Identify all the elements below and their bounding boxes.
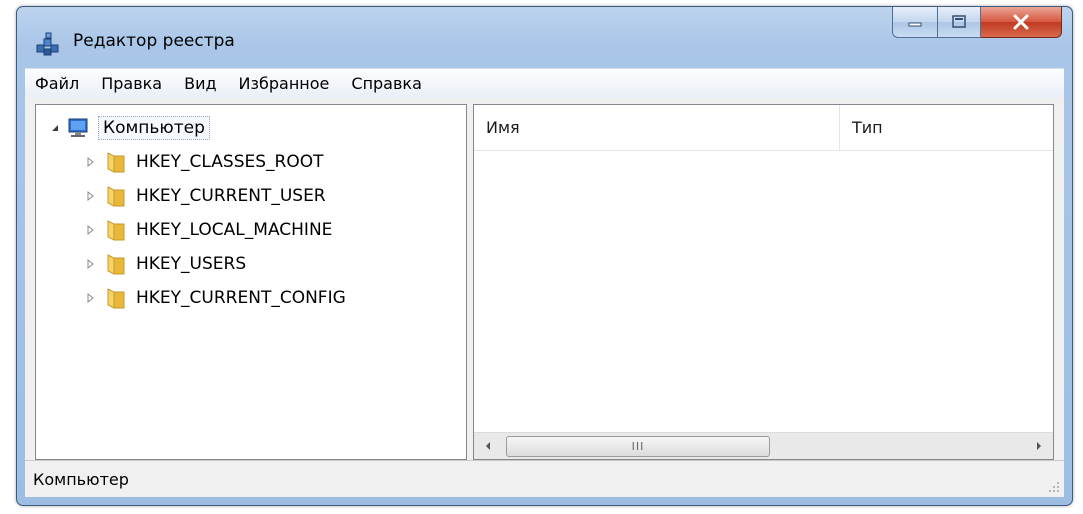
scroll-thumb[interactable]: III [506,436,770,457]
regedit-icon [36,32,59,56]
tree-label-hkey-current-config: HKEY_CURRENT_CONFIG [136,288,346,308]
window-controls [892,7,1062,38]
maximize-icon [952,15,966,28]
expand-icon[interactable] [84,223,98,237]
scroll-right-button[interactable] [1027,433,1051,459]
chevron-right-icon [1037,442,1041,450]
scroll-thumb-grip: III [631,440,645,453]
menu-bar: Файл Правка Вид Избранное Справка [25,68,1064,99]
tree-label-hkey-local-machine: HKEY_LOCAL_MACHINE [136,220,333,240]
menu-file[interactable]: Файл [25,69,91,99]
title-bar[interactable]: Редактор реестра [17,7,1072,67]
tree-label-hkey-classes-root: HKEY_CLASSES_ROOT [136,152,324,172]
expand-icon[interactable] [84,189,98,203]
tree-node-hkey-classes-root[interactable]: HKEY_CLASSES_ROOT [84,149,324,175]
menu-favorites[interactable]: Избранное [229,69,342,99]
registry-editor-window: Редактор реестра Файл Правка Вид Избранн… [16,6,1073,506]
menu-help[interactable]: Справка [341,69,434,99]
expand-icon[interactable] [84,291,98,305]
folder-icon [107,152,125,173]
expand-icon[interactable] [84,257,98,271]
column-header-row: Имя Тип [474,105,1053,151]
tree-label-hkey-current-user: HKEY_CURRENT_USER [136,186,326,206]
scroll-left-button[interactable] [476,433,500,459]
horizontal-scrollbar[interactable]: III [474,432,1053,459]
values-list-pane[interactable]: Имя Тип III [473,104,1054,460]
column-header-type[interactable]: Тип [840,105,1053,150]
status-text: Компьютер [33,470,129,489]
folder-icon [107,220,125,241]
minimize-icon [908,22,922,27]
window-title: Редактор реестра [73,31,235,51]
menu-edit[interactable]: Правка [91,69,174,99]
expand-icon[interactable] [84,155,98,169]
resize-grip-icon[interactable] [1048,481,1060,493]
collapse-icon[interactable] [48,121,62,135]
maximize-button[interactable] [938,7,981,38]
tree-label-computer: Компьютер [98,116,210,140]
status-bar: Компьютер [25,460,1064,497]
close-button[interactable] [981,7,1062,38]
tree-node-hkey-local-machine[interactable]: HKEY_LOCAL_MACHINE [84,217,332,243]
chevron-left-icon [486,442,490,450]
tree-node-hkey-users[interactable]: HKEY_USERS [84,251,246,277]
tree-label-hkey-users: HKEY_USERS [136,254,247,274]
folder-icon [107,254,125,275]
column-header-name[interactable]: Имя [474,105,840,150]
close-icon [1013,14,1029,30]
folder-icon [107,186,125,207]
client-area: Компьютер HKEY_CLASSES_ROOT HKEY_CURRENT… [25,98,1064,460]
tree-node-hkey-current-user[interactable]: HKEY_CURRENT_USER [84,183,326,209]
minimize-button[interactable] [892,7,938,38]
computer-icon [68,118,88,137]
menu-view[interactable]: Вид [174,69,228,99]
tree-node-hkey-current-config[interactable]: HKEY_CURRENT_CONFIG [84,285,346,311]
folder-icon [107,288,125,309]
tree-pane[interactable]: Компьютер HKEY_CLASSES_ROOT HKEY_CURRENT… [35,104,467,460]
tree-node-computer[interactable]: Компьютер [48,115,210,141]
